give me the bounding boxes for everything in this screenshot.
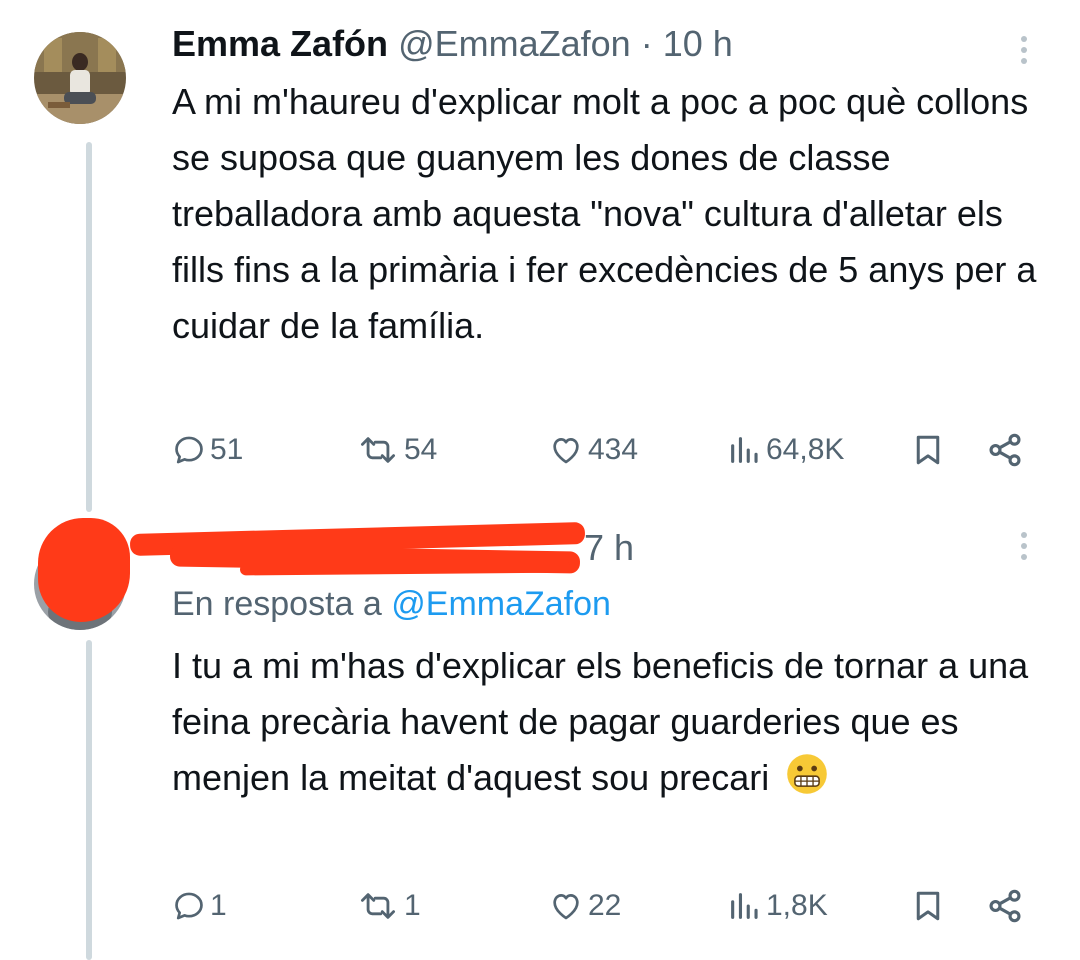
author-name[interactable]: Emma Zafón	[172, 23, 388, 64]
reply-prefix: En resposta a	[172, 585, 382, 623]
timestamp[interactable]: 10 h	[663, 23, 733, 64]
redaction-mark	[239, 560, 571, 576]
reply-text-block: I tu a mi m'has d'explicar els beneficis…	[172, 638, 1052, 806]
reply-count: 51	[210, 433, 244, 466]
reply-text: I tu a mi m'has d'explicar els beneficis…	[172, 645, 1029, 798]
more-icon[interactable]	[1020, 36, 1028, 64]
author-handle[interactable]: @EmmaZafon	[398, 23, 631, 64]
reply-header: 7 h	[584, 528, 634, 568]
views-button[interactable]: 64,8K	[726, 426, 844, 474]
views-button[interactable]: 1,8K	[726, 882, 828, 930]
like-count: 22	[588, 889, 622, 922]
reply-icon	[175, 436, 203, 464]
timestamp[interactable]: 7 h	[584, 527, 634, 568]
reply-icon	[175, 892, 203, 920]
retweet-count: 1	[404, 889, 421, 922]
redaction-mark	[38, 518, 130, 622]
retweet-icon	[361, 893, 395, 919]
bookmark-button[interactable]	[910, 882, 946, 930]
reply-actions: 1 1 22 1,8K	[0, 882, 1080, 930]
separator-dot: ·	[640, 23, 653, 64]
avatar[interactable]	[34, 32, 126, 124]
grimacing-face-icon	[787, 754, 828, 794]
tweet-text: A mi m'haureu d'explicar molt a poc a po…	[172, 81, 1037, 346]
retweet-count: 54	[404, 433, 438, 466]
retweet-button[interactable]: 1	[356, 882, 421, 930]
share-icon	[989, 433, 1021, 467]
like-count: 434	[588, 433, 639, 466]
share-button[interactable]	[986, 882, 1024, 930]
like-button[interactable]: 434	[548, 426, 638, 474]
retweet-icon	[361, 437, 395, 463]
more-icon[interactable]	[1020, 532, 1028, 560]
views-count: 1,8K	[766, 889, 828, 922]
like-button[interactable]: 22	[548, 882, 621, 930]
reply-count: 1	[210, 889, 227, 922]
share-icon	[989, 889, 1021, 923]
reply-button[interactable]: 51	[172, 426, 243, 474]
like-icon	[553, 894, 579, 920]
retweet-button[interactable]: 54	[356, 426, 437, 474]
bookmark-icon	[916, 435, 940, 465]
bookmark-icon	[916, 891, 940, 921]
views-icon	[731, 893, 758, 919]
share-button[interactable]	[986, 426, 1024, 474]
reply-button[interactable]: 1	[172, 882, 227, 930]
avatar-photo-icon	[34, 32, 126, 124]
views-icon	[731, 437, 758, 463]
tweet-header: Emma Zafón @EmmaZafon · 10 h	[172, 24, 733, 64]
bookmark-button[interactable]	[910, 426, 946, 474]
views-count: 64,8K	[766, 433, 845, 466]
reply-mention-link[interactable]: @EmmaZafon	[391, 585, 611, 623]
reply-context: En resposta a @EmmaZafon	[172, 582, 611, 626]
like-icon	[553, 438, 579, 464]
tweet-actions: 51 54 434 64,8K	[0, 426, 1080, 474]
